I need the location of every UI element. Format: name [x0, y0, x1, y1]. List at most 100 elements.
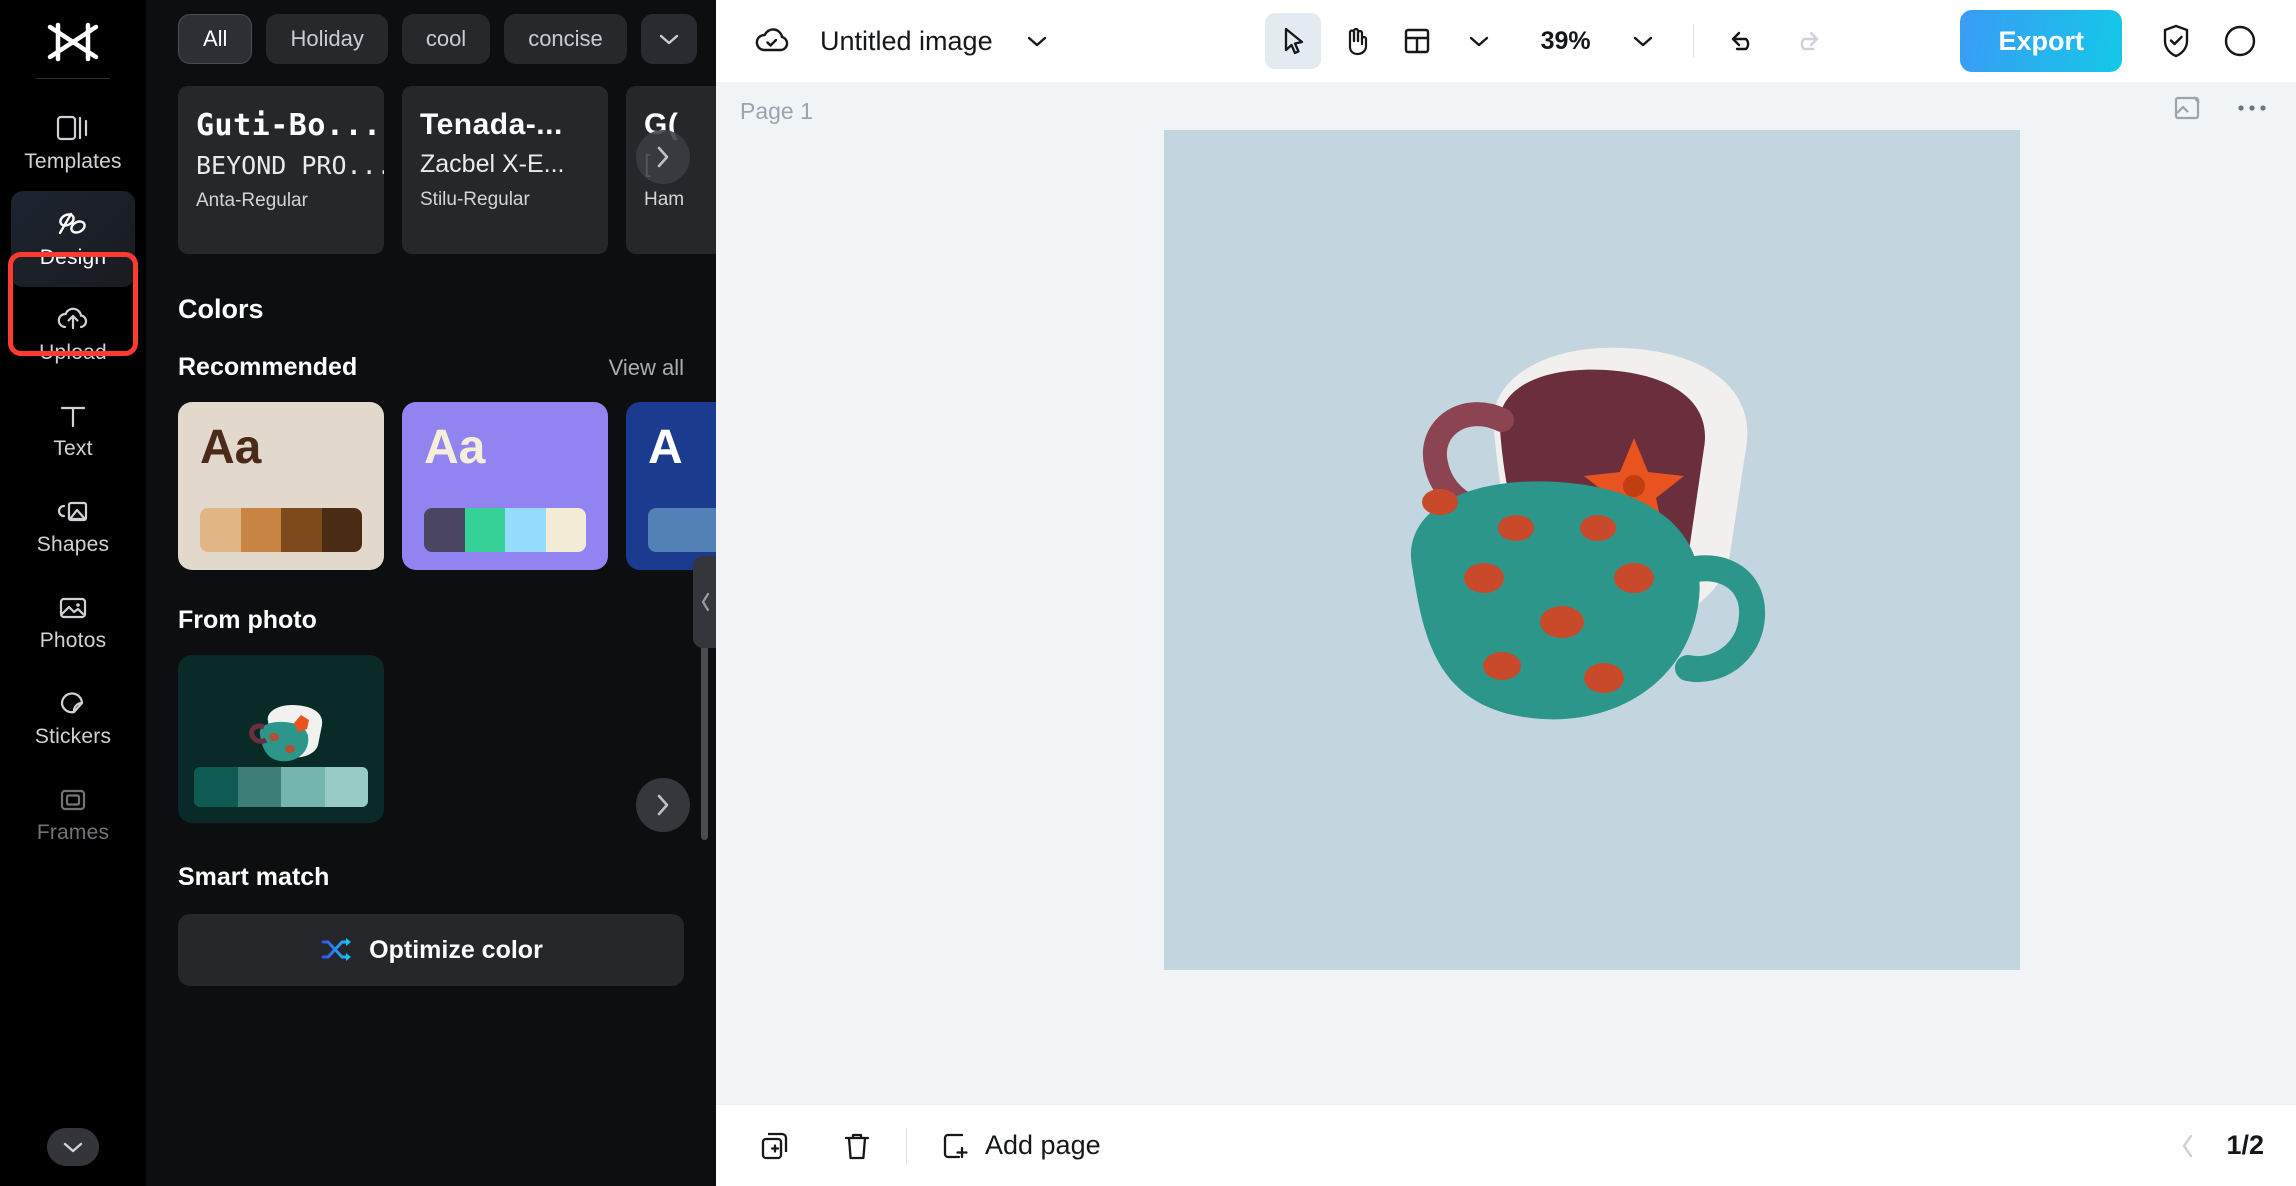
filter-chip-cool[interactable]: cool [401, 14, 491, 64]
chip-label: concise [528, 26, 603, 51]
sidebar-item-frames[interactable]: Frames [11, 767, 135, 863]
duplicate-page-button[interactable] [748, 1119, 802, 1173]
sidebar-item-photos[interactable]: Photos [11, 575, 135, 671]
font-card-preview-2: BEYOND PRO... [196, 151, 384, 180]
title-dropdown-button[interactable] [1009, 13, 1065, 69]
bottom-divider [906, 1127, 907, 1164]
sidebar-item-label: Templates [24, 149, 122, 173]
font-card-preview-1: Tenada-... [420, 108, 563, 141]
select-tool-button[interactable] [1264, 13, 1321, 69]
sidebar-item-upload[interactable]: Upload [11, 287, 135, 383]
page-indicator: 1/2 [2226, 1130, 2264, 1160]
layout-grid-icon [1404, 28, 1429, 54]
sidebar-item-design[interactable]: Design [11, 191, 135, 287]
fonts-next-button[interactable] [636, 130, 690, 184]
design-panel: All Holiday cool concise Guti-Bo... BEYO… [146, 0, 716, 1186]
more-horizontal-icon[interactable] [2236, 103, 2268, 113]
sidebar-item-label: Design [39, 245, 107, 269]
left-sidebar: Templates Design Upload Text Shapes Phot… [0, 0, 146, 1186]
filter-chip-all[interactable]: All [178, 14, 253, 64]
swatch [545, 508, 586, 552]
swatch [194, 767, 238, 807]
palette-sample-text: Aa [200, 421, 262, 474]
sidebar-item-label: Photos [39, 628, 107, 652]
delete-page-button[interactable] [830, 1119, 884, 1173]
font-card-name: Anta-Regular [196, 190, 308, 211]
font-card-name: Ham [644, 189, 685, 210]
swatch [240, 508, 281, 552]
mug-artwork [1410, 347, 1766, 720]
palette-card[interactable]: Aa [402, 402, 608, 570]
bottom-toolbar: Add page 1/2 [716, 1104, 2296, 1186]
shuffle-icon [321, 938, 352, 961]
toolbar-divider [1692, 24, 1694, 58]
add-page-icon [943, 1133, 968, 1158]
image-broken-icon[interactable] [2172, 94, 2202, 122]
cloud-check-icon[interactable] [744, 13, 800, 69]
chevron-left-icon[interactable] [2178, 1131, 2198, 1161]
export-button[interactable]: Export [1960, 10, 2122, 72]
sidebar-more-button[interactable] [47, 1128, 99, 1166]
zoom-level[interactable]: 39% [1541, 27, 1591, 56]
font-card[interactable]: Guti-Bo... BEYOND PRO... Anta-Regular [178, 86, 384, 254]
shield-check-icon[interactable] [2148, 13, 2204, 69]
chevron-down-icon [1027, 36, 1046, 46]
chevron-right-icon [657, 794, 669, 816]
chevron-right-icon [657, 146, 669, 168]
filter-chip-holiday[interactable]: Holiday [266, 14, 388, 64]
page-navigation: 1/2 [2178, 1130, 2264, 1161]
from-photo-card[interactable] [178, 655, 384, 823]
smart-match-label: Smart match [178, 863, 330, 891]
font-card[interactable]: Tenada-... Zacbel X-E... Stilu-Regular [402, 86, 608, 254]
font-card-preview-2: Zacbel X-E... [420, 150, 565, 178]
optimize-color-button[interactable]: Optimize color [178, 914, 684, 986]
panel-collapse-handle[interactable] [693, 556, 716, 648]
chevron-left-icon [701, 592, 709, 612]
filter-expand-button[interactable] [640, 14, 697, 64]
palette-swatches [648, 508, 716, 552]
palette-card[interactable]: A [626, 402, 716, 570]
chip-label: All [203, 26, 228, 51]
sidebar-item-label: Text [53, 436, 93, 460]
filter-chip-concise[interactable]: concise [504, 14, 627, 64]
sidebar-divider [36, 78, 110, 79]
add-page-button[interactable]: Add page [941, 1130, 1101, 1162]
palette-card[interactable]: Aa [178, 402, 384, 570]
sidebar-item-templates[interactable]: Templates [11, 95, 135, 191]
undo-button[interactable] [1716, 13, 1772, 69]
swatch [505, 508, 546, 552]
swatch [281, 508, 322, 552]
hand-icon [1348, 27, 1367, 56]
duplicate-page-icon [761, 1132, 788, 1159]
from-photo-swatches [194, 767, 368, 807]
layout-dropdown-button[interactable] [1451, 13, 1507, 69]
palette-sample-text: A [648, 421, 683, 474]
canvas-area[interactable]: Page 1 [716, 82, 2296, 1104]
export-label: Export [1998, 25, 2084, 56]
swatch [324, 767, 368, 807]
sidebar-item-text[interactable]: Text [11, 383, 135, 479]
capcut-logo-icon[interactable] [42, 14, 104, 70]
avatar[interactable] [2212, 13, 2268, 69]
mug-thumbnail-icon [249, 705, 323, 762]
swatch [424, 508, 465, 552]
sidebar-item-stickers[interactable]: Stickers [11, 671, 135, 767]
add-page-label: Add page [985, 1130, 1101, 1160]
layout-button[interactable] [1389, 13, 1445, 69]
view-all-link[interactable]: View all [609, 355, 684, 381]
palette-sample-text: Aa [424, 421, 486, 474]
redo-button[interactable] [1778, 13, 1834, 69]
filter-chip-row: All Holiday cool concise [146, 0, 716, 64]
chevron-down-icon [1633, 36, 1652, 46]
recommended-row: Recommended View all [146, 325, 716, 382]
chevron-down-icon [1469, 36, 1488, 46]
zoom-dropdown-button[interactable] [1615, 13, 1671, 69]
top-toolbar: Untitled image 39% Export [716, 0, 2296, 82]
swatch [237, 767, 281, 807]
document-title[interactable]: Untitled image [820, 26, 993, 57]
pan-tool-button[interactable] [1327, 13, 1383, 69]
artboard[interactable] [1164, 130, 2020, 970]
palettes-next-button[interactable] [636, 778, 690, 832]
sidebar-item-shapes[interactable]: Shapes [11, 479, 135, 575]
palette-row: Aa Aa A [146, 382, 716, 832]
